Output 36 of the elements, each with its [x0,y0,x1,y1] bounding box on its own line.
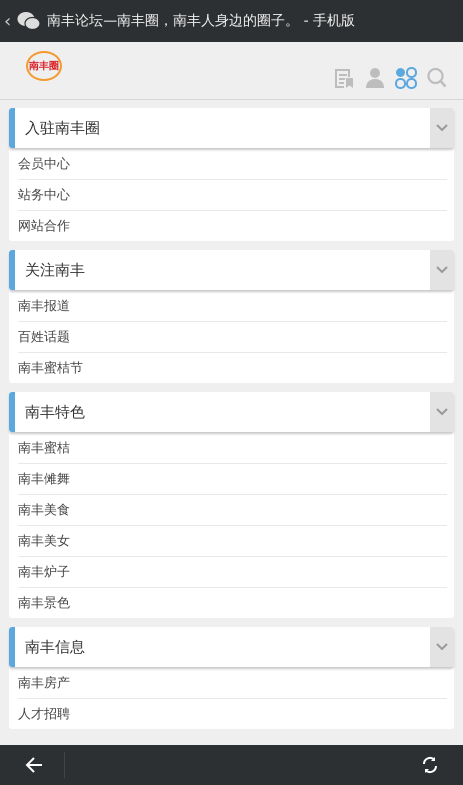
menu-link[interactable]: 会员中心 [18,155,70,173]
menu-link[interactable]: 南丰报道 [18,297,70,315]
document-icon[interactable] [333,66,355,88]
menu-link[interactable]: 南丰蜜桔 [18,439,70,457]
expand-toggle[interactable] [430,392,454,432]
chat-bubbles-icon [17,11,42,31]
back-button[interactable]: ‹ [4,10,12,32]
section-title: 南丰信息 [24,638,86,656]
back-arrow-icon[interactable] [24,756,44,774]
section-title: 关注南丰 [24,260,86,280]
chevron-icon [435,407,449,417]
menu-link[interactable]: 南丰蜜桔节 [18,359,83,377]
expand-toggle[interactable] [430,627,454,667]
chevron-icon [435,265,449,275]
page-title: 南丰论坛—南丰圈，南丰人身边的圈子。 - 手机版 [47,12,356,30]
menu-link[interactable]: 南丰景色 [18,594,70,612]
chevron-icon [435,642,449,652]
menu-link[interactable]: 南丰美女 [18,532,70,550]
menu-link[interactable]: 南丰傩舞 [18,470,70,488]
menu-link[interactable]: 百姓话题 [18,328,70,346]
refresh-icon[interactable] [421,756,439,774]
user-icon[interactable] [365,66,385,88]
menu-link[interactable]: 网站合作 [18,217,70,235]
menu-link[interactable]: 南丰美食 [18,501,70,519]
site-logo[interactable]: 南丰圈 [26,50,62,80]
menu-link[interactable]: 站务中心 [18,186,70,204]
expand-toggle[interactable] [430,108,454,148]
grid-icon[interactable] [395,66,417,88]
section-title: 南丰特色 [24,402,86,422]
section-title: 入驻南丰圈 [24,118,101,138]
menu-link[interactable]: 南丰炉子 [18,563,70,581]
search-icon[interactable] [427,66,447,88]
chevron-icon [435,123,449,133]
menu-link[interactable]: 人才招聘 [18,705,70,723]
menu-link[interactable]: 南丰房产 [18,674,70,692]
expand-toggle[interactable] [430,250,454,290]
